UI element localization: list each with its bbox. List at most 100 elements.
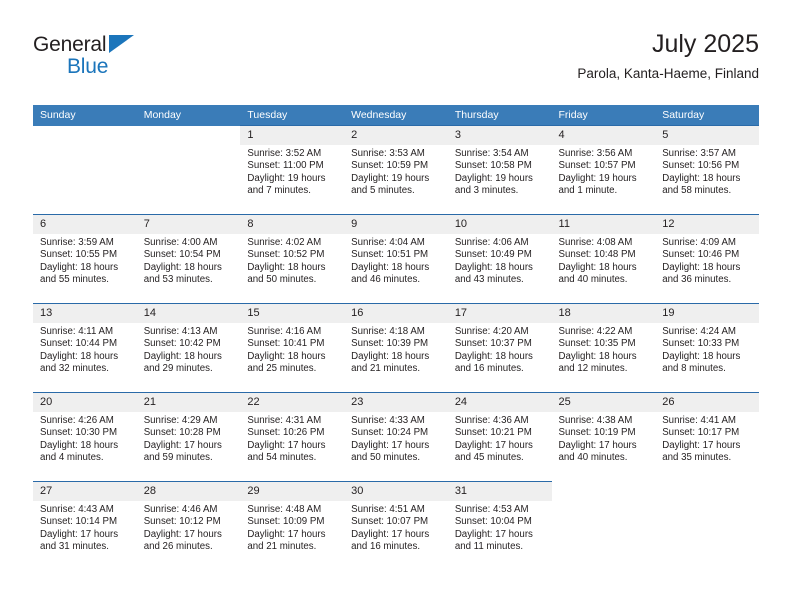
sunset-time: Sunset: 10:46 PM [662,249,740,261]
calendar-day-cell[interactable]: 7 Sunrise: 4:00 AM Sunset: 10:54 PM Dayligh… [136,214,241,304]
daylight-duration-line1: Daylight: 19 hours [247,172,326,184]
calendar-day-cell[interactable]: 28 Sunrise: 4:46 AM Sunset: 10:12 PM Daylig… [136,481,241,570]
day-details: Sunrise: 4:33 AM Sunset: 10:24 PM Daylight… [344,412,448,465]
sunset-time: Sunset: 10:48 PM [558,249,636,261]
day-cell-inner: 25 Sunrise: 4:38 AM Sunset: 10:19 PM Daylig… [551,393,656,481]
sunrise-time: Sunrise: 3:59 AM [40,237,114,248]
calendar-day-cell[interactable]: 10 Sunrise: 4:06 AM Sunset: 10:49 PM Daylig… [447,214,552,304]
daylight-duration-line1: Daylight: 17 hours [558,439,637,451]
sunrise-time: Sunrise: 4:51 AM [351,504,425,515]
day-cell-inner: 10 Sunrise: 4:06 AM Sunset: 10:49 PM Daylig… [447,215,552,303]
sunset-time: Sunset: 10:21 PM [454,427,532,439]
sunrise-time: Sunrise: 4:41 AM [662,415,736,426]
day-details: Sunrise: 4:43 AM Sunset: 10:14 PM Daylight… [33,501,137,554]
calendar-day-cell[interactable]: 31 Sunrise: 4:53 AM Sunset: 10:04 PM Daylig… [447,481,552,570]
calendar-day-cell[interactable]: 17 Sunrise: 4:20 AM Sunset: 10:37 PM Daylig… [447,303,552,393]
calendar-day-cell[interactable]: 22 Sunrise: 4:31 AM Sunset: 10:26 PM Daylig… [240,392,345,482]
calendar-day-cell[interactable]: 11 Sunrise: 4:08 AM Sunset: 10:48 PM Daylig… [551,214,656,304]
sunrise-time: Sunrise: 4:36 AM [454,415,529,426]
day-details: Sunrise: 4:46 AM Sunset: 10:12 PM Daylight… [137,501,241,554]
calendar-day-cell[interactable]: 5 Sunrise: 3:57 AM Sunset: 10:56 PM Dayligh… [655,125,759,215]
day-number: 4 [551,126,656,145]
calendar-day-cell[interactable]: 19 Sunrise: 4:24 AM Sunset: 10:33 PM Daylig… [655,303,759,393]
sunset-time: Sunset: 10:09 PM [247,516,325,528]
sunrise-time: Sunrise: 4:20 AM [454,326,529,337]
calendar-day-cell[interactable]: 15 Sunrise: 4:16 AM Sunset: 10:41 PM Daylig… [240,303,345,393]
sunset-time: Sunset: 10:55 PM [40,249,118,261]
calendar-week-row: 1 Sunrise: 3:52 AM Sunset: 11:00 PM Dayligh… [33,125,759,215]
day-cell-inner: 19 Sunrise: 4:24 AM Sunset: 10:33 PM Daylig… [655,304,759,392]
sunset-time: Sunset: 10:19 PM [558,427,636,439]
calendar-day-cell[interactable]: 6 Sunrise: 3:59 AM Sunset: 10:55 PM Dayligh… [33,214,137,304]
day-number: 16 [344,304,448,323]
day-cell-inner: 27 Sunrise: 4:43 AM Sunset: 10:14 PM Daylig… [33,482,137,570]
calendar-day-cell[interactable]: 9 Sunrise: 4:04 AM Sunset: 10:51 PM Dayligh… [344,214,448,304]
weekday-header-wednesday: Wednesday [344,105,448,126]
calendar-day-cell[interactable]: 1 Sunrise: 3:52 AM Sunset: 11:00 PM Dayligh… [240,125,345,215]
calendar-day-cell[interactable]: 13 Sunrise: 4:11 AM Sunset: 10:44 PM Daylig… [33,303,137,393]
daylight-duration-line1: Daylight: 17 hours [143,528,222,540]
daylight-duration-line1: Daylight: 17 hours [247,439,326,451]
calendar-day-cell[interactable]: 30 Sunrise: 4:51 AM Sunset: 10:07 PM Daylig… [344,481,448,570]
general-blue-logo[interactable]: General Blue [33,33,233,81]
sunset-time: Sunset: 10:35 PM [558,338,636,350]
day-cell-inner: 24 Sunrise: 4:36 AM Sunset: 10:21 PM Daylig… [447,393,552,481]
daylight-duration-line2: and 4 minutes. [40,452,104,464]
sunrise-time: Sunrise: 4:09 AM [662,237,736,248]
calendar-week-row: 20 Sunrise: 4:26 AM Sunset: 10:30 PM Daylig… [33,392,759,482]
sunrise-time: Sunrise: 4:16 AM [247,326,322,337]
daylight-duration-line2: and 8 minutes. [662,363,726,375]
calendar-day-cell[interactable]: 29 Sunrise: 4:48 AM Sunset: 10:09 PM Daylig… [240,481,345,570]
calendar-day-cell[interactable]: 26 Sunrise: 4:41 AM Sunset: 10:17 PM Daylig… [655,392,759,482]
calendar-day-cell[interactable]: 21 Sunrise: 4:29 AM Sunset: 10:28 PM Daylig… [136,392,241,482]
sunrise-time: Sunrise: 4:31 AM [247,415,322,426]
day-cell-inner: 13 Sunrise: 4:11 AM Sunset: 10:44 PM Daylig… [33,304,137,392]
calendar-day-cell[interactable]: 4 Sunrise: 3:56 AM Sunset: 10:57 PM Dayligh… [551,125,656,215]
sunset-time: Sunset: 10:24 PM [351,427,429,439]
daylight-duration-line1: Daylight: 18 hours [558,261,637,273]
weekday-header-sunday: Sunday [33,105,137,126]
day-cell-inner: 18 Sunrise: 4:22 AM Sunset: 10:35 PM Daylig… [551,304,656,392]
day-details: Sunrise: 4:00 AM Sunset: 10:54 PM Daylight… [137,234,241,287]
calendar-day-cell[interactable]: 14 Sunrise: 4:13 AM Sunset: 10:42 PM Daylig… [136,303,241,393]
calendar-day-cell[interactable]: 27 Sunrise: 4:43 AM Sunset: 10:14 PM Daylig… [33,481,137,570]
sunrise-time: Sunrise: 4:00 AM [143,237,218,248]
calendar-day-cell[interactable]: 16 Sunrise: 4:18 AM Sunset: 10:39 PM Daylig… [344,303,448,393]
day-number: 27 [33,482,137,501]
day-cell-inner: 12 Sunrise: 4:09 AM Sunset: 10:46 PM Daylig… [655,215,759,303]
daylight-duration-line1: Daylight: 17 hours [247,528,326,540]
day-details: Sunrise: 4:29 AM Sunset: 10:28 PM Daylight… [137,412,241,465]
daylight-duration-line1: Daylight: 18 hours [558,350,637,362]
sunset-time: Sunset: 10:12 PM [143,516,221,528]
day-number: 22 [240,393,345,412]
calendar-day-cell[interactable]: 3 Sunrise: 3:54 AM Sunset: 10:58 PM Dayligh… [447,125,552,215]
calendar-day-cell[interactable]: 23 Sunrise: 4:33 AM Sunset: 10:24 PM Daylig… [344,392,448,482]
day-cell-inner: 1 Sunrise: 3:52 AM Sunset: 11:00 PM Dayligh… [240,126,345,214]
day-number: 19 [655,304,759,323]
page-title: July 2025 [651,30,759,58]
daylight-duration-line2: and 50 minutes. [247,274,317,286]
calendar-day-cell[interactable]: 24 Sunrise: 4:36 AM Sunset: 10:21 PM Daylig… [447,392,552,482]
day-number [552,482,656,501]
calendar-day-cell[interactable]: 8 Sunrise: 4:02 AM Sunset: 10:52 PM Dayligh… [240,214,345,304]
daylight-duration-line2: and 12 minutes. [558,363,628,375]
calendar-day-cell[interactable]: 25 Sunrise: 4:38 AM Sunset: 10:19 PM Daylig… [551,392,656,482]
day-cell-inner: 17 Sunrise: 4:20 AM Sunset: 10:37 PM Daylig… [447,304,552,392]
calendar-day-cell[interactable]: 20 Sunrise: 4:26 AM Sunset: 10:30 PM Daylig… [33,392,137,482]
day-details: Sunrise: 4:11 AM Sunset: 10:44 PM Daylight… [33,323,137,376]
daylight-duration-line2: and 53 minutes. [143,274,213,286]
daylight-duration-line1: Daylight: 18 hours [662,350,741,362]
calendar-day-cell[interactable]: 18 Sunrise: 4:22 AM Sunset: 10:35 PM Daylig… [551,303,656,393]
calendar-day-cell[interactable]: 12 Sunrise: 4:09 AM Sunset: 10:46 PM Daylig… [655,214,759,304]
calendar-week-row: 13 Sunrise: 4:11 AM Sunset: 10:44 PM Daylig… [33,303,759,393]
day-number: 21 [136,393,241,412]
daylight-duration-line1: Daylight: 18 hours [40,261,119,273]
day-cell-inner [552,482,656,570]
sunset-time: Sunset: 10:51 PM [351,249,429,261]
daylight-duration-line1: Daylight: 17 hours [454,439,533,451]
sunset-time: Sunset: 10:28 PM [143,427,221,439]
daylight-duration-line1: Daylight: 18 hours [247,350,326,362]
calendar-day-cell[interactable]: 2 Sunrise: 3:53 AM Sunset: 10:59 PM Dayligh… [344,125,448,215]
sunset-time: Sunset: 10:04 PM [454,516,532,528]
sunrise-time: Sunrise: 4:33 AM [351,415,425,426]
